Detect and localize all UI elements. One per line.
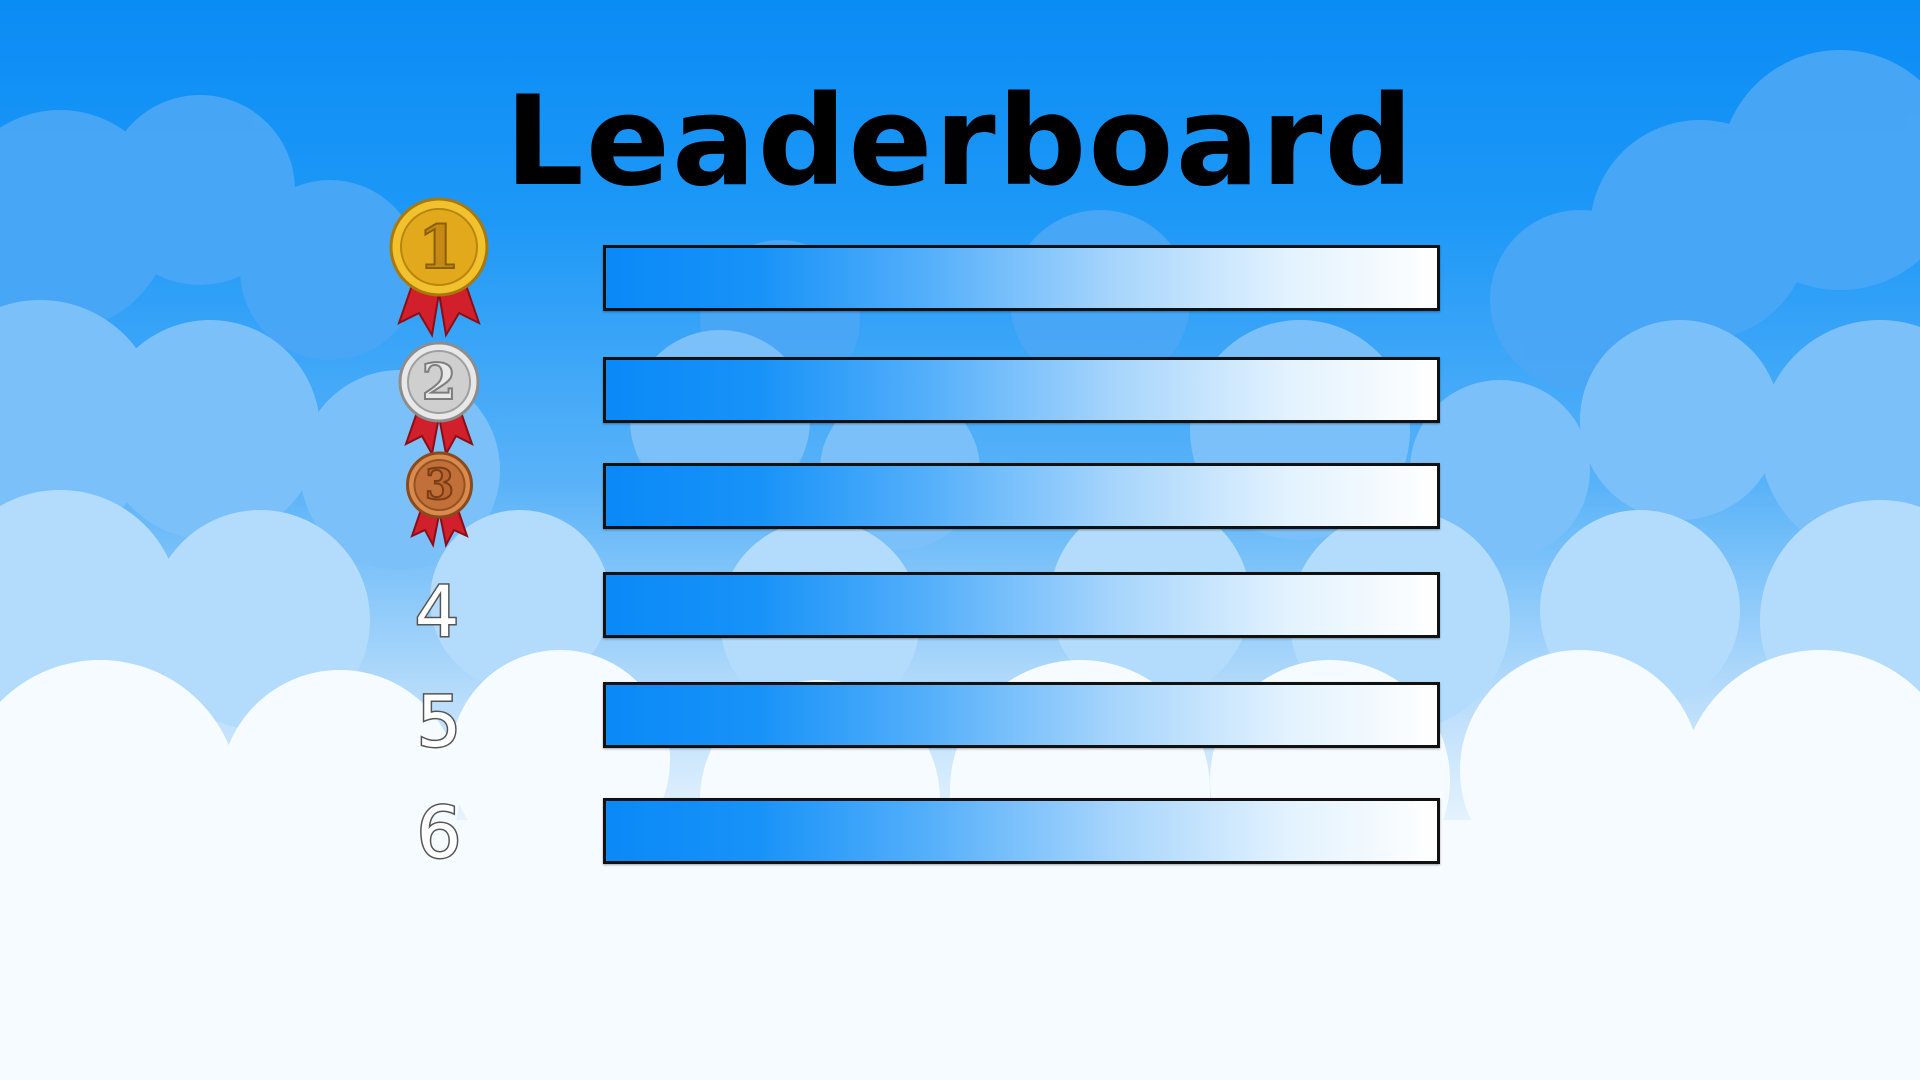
rank-label-4: 4	[413, 571, 461, 653]
rank-label-1: 1	[417, 212, 461, 284]
score-bar-5	[603, 682, 1440, 748]
score-bar-3	[603, 463, 1440, 529]
rank-label-6: 6	[415, 792, 463, 874]
bronze-medal-icon: 3	[402, 450, 477, 555]
rank-label-3: 3	[424, 459, 455, 510]
score-bar-1	[603, 245, 1440, 311]
leaderboard-row-5: 5	[0, 682, 1920, 762]
leaderboard-row-2: 2	[0, 341, 1920, 457]
rank-label-2: 2	[421, 351, 458, 412]
score-bar-4	[603, 572, 1440, 638]
gold-medal-icon: 1	[384, 195, 494, 345]
leaderboard-row-6: 6	[0, 792, 1920, 878]
rank-label-5: 5	[415, 681, 463, 763]
leaderboard-row-1: 1	[0, 197, 1920, 338]
leaderboard-row-3: 3	[0, 451, 1920, 548]
score-bar-2	[603, 357, 1440, 423]
silver-medal-icon: 2	[394, 340, 484, 465]
page-title: Leaderboard	[504, 70, 1416, 214]
score-bar-6	[603, 798, 1440, 864]
leaderboard-row-4: 4	[0, 572, 1920, 652]
